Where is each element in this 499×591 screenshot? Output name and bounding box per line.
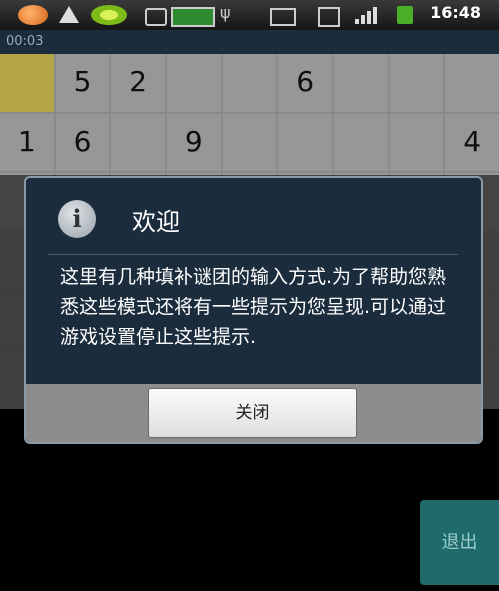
green-app-icon	[397, 6, 413, 24]
grid-cell[interactable]: 1	[0, 113, 54, 171]
status-bar: ψ 16:48	[0, 0, 499, 30]
grid-cell[interactable]	[0, 54, 54, 112]
cast-icon	[270, 8, 296, 26]
grid-cell[interactable]: 4	[445, 113, 499, 171]
info-icon: i	[58, 200, 96, 238]
battery-icon	[171, 7, 215, 27]
grid-cell[interactable]	[334, 113, 388, 171]
dialog-message: 这里有几种填补谜团的输入方式.为了帮助您熟悉这些模式还将有一些提示为您呈现.可以…	[60, 266, 447, 348]
grid-cell[interactable]: 6	[55, 113, 110, 171]
grid-cell[interactable]: 6	[278, 54, 332, 112]
dialog-header: i 欢迎	[26, 178, 481, 254]
grid-cell[interactable]: 5	[55, 54, 110, 112]
dialog-footer: 关闭	[26, 384, 481, 442]
dialog-title: 欢迎	[132, 208, 180, 236]
warning-icon	[59, 6, 79, 23]
grid-cell[interactable]	[222, 54, 277, 112]
message-icon	[145, 8, 167, 26]
face-notification-icon	[18, 5, 48, 25]
exit-button[interactable]: 退出	[420, 500, 499, 585]
grid-cell[interactable]	[334, 54, 388, 112]
grid-cell[interactable]	[389, 113, 444, 171]
grid-cell[interactable]: 9	[167, 113, 221, 171]
game-timer: 00:03	[6, 34, 44, 49]
grid-cell[interactable]: 2	[111, 54, 165, 112]
vibrate-icon	[318, 7, 340, 27]
grid-cell[interactable]	[222, 113, 277, 171]
close-button[interactable]: 关闭	[148, 388, 357, 438]
clock: 16:48	[430, 3, 481, 22]
welcome-dialog: i 欢迎 这里有几种填补谜团的输入方式.为了帮助您熟悉这些模式还将有一些提示为您…	[24, 176, 483, 444]
grid-cell[interactable]	[167, 54, 221, 112]
dialog-divider	[48, 254, 458, 255]
grid-cell[interactable]	[445, 54, 499, 112]
timer-bar: 00:03	[0, 30, 499, 54]
grid-cell[interactable]	[278, 113, 332, 171]
grid-cell[interactable]	[111, 113, 165, 171]
usb-icon: ψ	[220, 3, 231, 22]
grid-cell[interactable]	[389, 54, 444, 112]
signal-icon	[355, 6, 379, 24]
eye-app-icon	[91, 5, 127, 25]
